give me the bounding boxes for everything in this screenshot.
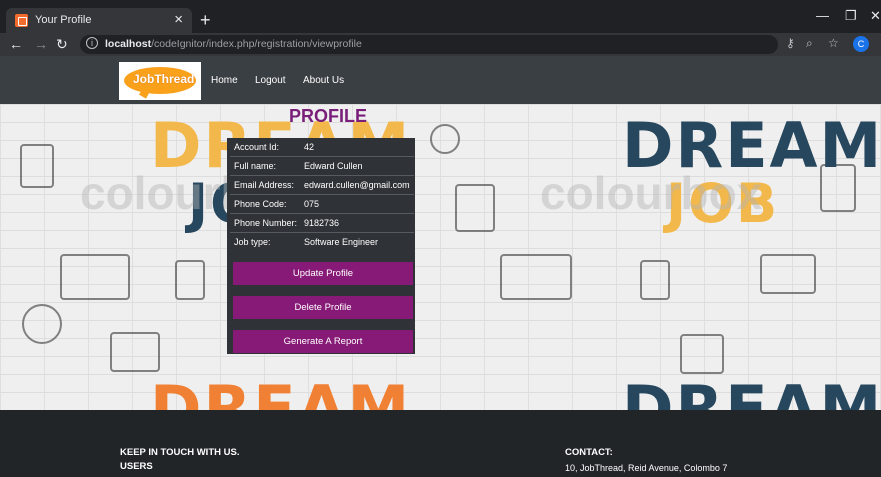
doodle-calculator-icon [175,260,205,300]
profile-row-phone-code: Phone Code: 075 [230,195,414,214]
doodle-laptop-icon [60,254,130,300]
reload-icon[interactable]: ↻ [56,36,68,53]
profile-row-job-type: Job type: Software Engineer [230,233,414,252]
field-label: Account Id: [234,142,280,152]
field-value: edward.cullen@gmail.com [304,180,410,190]
hero-dream-word-bottom-right: DREAM [622,372,881,410]
field-value: Software Engineer [304,237,379,247]
hero-dream-word-bottom-left: DREAM [150,372,412,410]
doodle-notepad-icon [455,184,495,232]
browser-tab-strip: Your Profile × + — ❐ ✕ [0,0,881,33]
profile-row-email: Email Address: edward.cullen@gmail.com [230,176,414,195]
tab-close-icon[interactable]: × [174,11,183,28]
doodle-clock-icon [430,124,460,154]
field-label: Full name: [234,161,277,171]
doodle-calculator-icon [640,260,670,300]
profile-row-phone-number: Phone Number: 9182736 [230,214,414,233]
generate-report-button[interactable]: Generate A Report [233,330,413,353]
nav-about-link[interactable]: About Us [303,75,344,86]
update-profile-button[interactable]: Update Profile [233,262,413,285]
zoom-icon[interactable]: ⌕ [806,36,813,51]
logo-text: JobThread [133,72,195,86]
site-info-icon[interactable]: i [86,37,98,49]
nav-logout-link[interactable]: Logout [255,75,286,86]
forward-icon[interactable]: → [34,36,48,52]
field-value: Edward Cullen [304,161,363,171]
doodle-phone-icon [20,144,54,188]
profile-row-full-name: Full name: Edward Cullen [230,157,414,176]
doodle-laptop-icon [500,254,572,300]
minimize-icon[interactable]: — [816,8,829,23]
delete-profile-button[interactable]: Delete Profile [233,296,413,319]
key-icon[interactable]: ⚷ [786,36,795,50]
field-label: Phone Code: [234,199,287,209]
field-label: Job type: [234,237,271,247]
footer-contact-heading: CONTACT: [565,447,613,458]
site-logo[interactable]: JobThread [119,62,201,100]
profile-card: Account Id: 42 Full name: Edward Cullen … [227,138,415,354]
nav-home-link[interactable]: Home [211,75,238,86]
footer-keep-in-touch-heading: KEEP IN TOUCH WITH US. [120,447,240,458]
address-bar[interactable]: i localhost/codeIgnitor/index.php/regist… [80,35,778,54]
site-favicon-icon [15,14,28,27]
doodle-cup-icon [22,304,62,344]
page-title: PROFILE [289,106,368,126]
field-value: 42 [304,142,315,152]
new-tab-icon[interactable]: + [200,10,211,31]
field-value: 075 [304,199,320,209]
browser-tab[interactable]: Your Profile × [6,8,192,33]
profile-avatar[interactable]: C [853,36,869,52]
doodle-book-icon [110,332,160,372]
url-text: localhost/codeIgnitor/index.php/registra… [105,38,362,50]
profile-row-account-id: Account Id: 42 [230,138,414,157]
back-icon[interactable]: ← [9,36,23,52]
site-navbar: JobThread Home Logout About Us [0,56,881,104]
field-label: Email Address: [234,180,295,190]
field-label: Phone Number: [234,218,298,228]
restore-icon[interactable]: ❐ [845,8,857,24]
footer-users-link[interactable]: USERS [120,461,153,472]
close-window-icon[interactable]: ✕ [870,8,881,24]
bookmark-star-icon[interactable]: ☆ [828,36,839,50]
browser-toolbar: ← → ↻ i localhost/codeIgnitor/index.php/… [0,33,881,56]
tab-title: Your Profile [35,14,92,26]
doodle-folder-icon [680,334,724,374]
field-value: 9182736 [304,218,340,228]
site-footer: KEEP IN TOUCH WITH US. USERS CONTACT: 10… [0,410,881,477]
watermark-right: colourbox [540,167,763,219]
hero-background: DREAM JOB DREAM JOB DREAM DREAM colourbo… [0,104,881,410]
footer-address: 10, JobThread, Reid Avenue, Colombo 7 [565,463,728,473]
doodle-book-icon [760,254,816,294]
